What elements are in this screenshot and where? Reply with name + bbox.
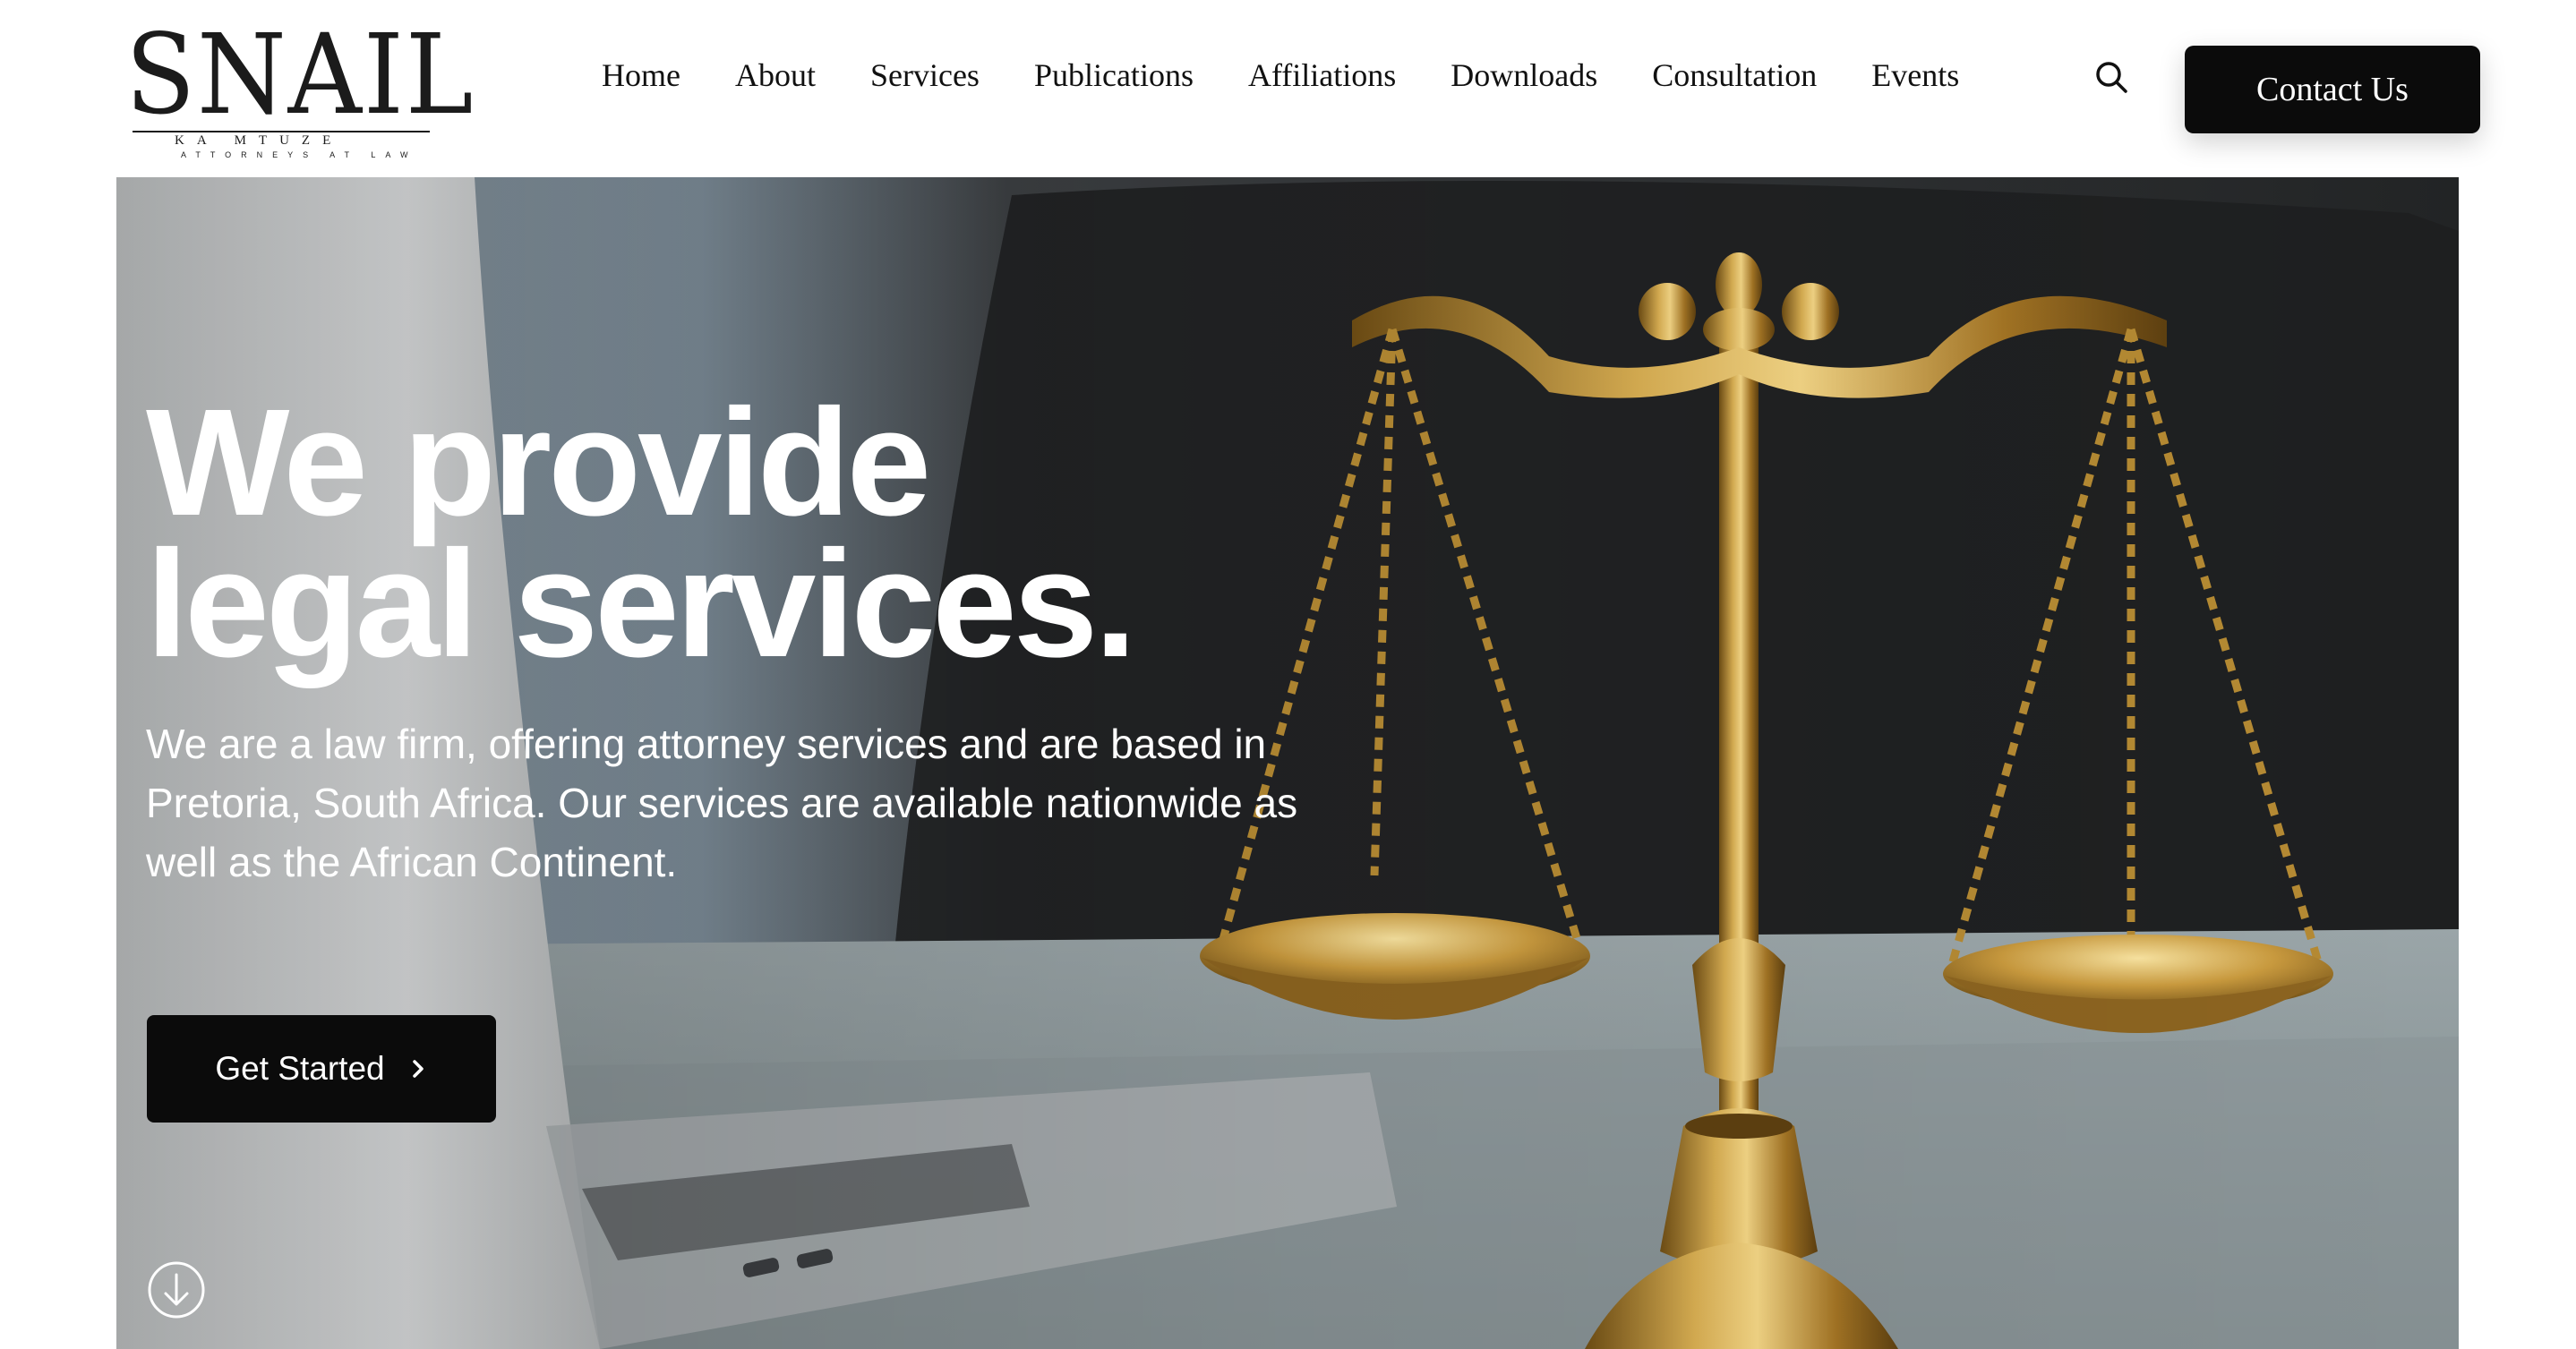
chevron-right-icon [412, 1060, 424, 1078]
nav-events[interactable]: Events [1871, 56, 1959, 94]
main-nav: Home About Services Publications Affilia… [602, 52, 2014, 98]
nav-downloads[interactable]: Downloads [1451, 56, 1597, 94]
search-icon[interactable] [2093, 59, 2129, 95]
contact-us-button[interactable]: Contact Us [2185, 46, 2480, 133]
hero-title: We provide legal services. [146, 378, 1444, 689]
logo-subtitle: ATTORNEYS AT LAW [181, 150, 418, 159]
get-started-label: Get Started [215, 1050, 385, 1087]
hero-title-line2: legal services. [146, 519, 1137, 689]
logo-wordmark: SNAIL [125, 11, 475, 140]
nav-consultation[interactable]: Consultation [1652, 56, 1817, 94]
nav-affiliations[interactable]: Affiliations [1248, 56, 1396, 94]
arrow-down-circle-icon[interactable] [147, 1260, 206, 1319]
hero-content: We provide legal services. We are a law … [146, 378, 1444, 933]
hero-section: We provide legal services. We are a law … [116, 177, 2459, 1349]
site-header: SNAIL KA MTUZE ATTORNEYS AT LAW Home Abo… [0, 0, 2576, 177]
logo-divider [133, 131, 430, 132]
nav-home[interactable]: Home [602, 56, 680, 94]
logo[interactable]: SNAIL KA MTUZE ATTORNEYS AT LAW [125, 20, 474, 159]
nav-about[interactable]: About [735, 56, 816, 94]
get-started-button[interactable]: Get Started [147, 1015, 496, 1123]
logo-tagline: KA MTUZE [175, 133, 344, 148]
nav-publications[interactable]: Publications [1034, 56, 1194, 94]
hero-title-line1: We provide [146, 378, 931, 548]
nav-services[interactable]: Services [870, 56, 980, 94]
hero-description: We are a law firm, offering attorney ser… [146, 721, 1298, 885]
